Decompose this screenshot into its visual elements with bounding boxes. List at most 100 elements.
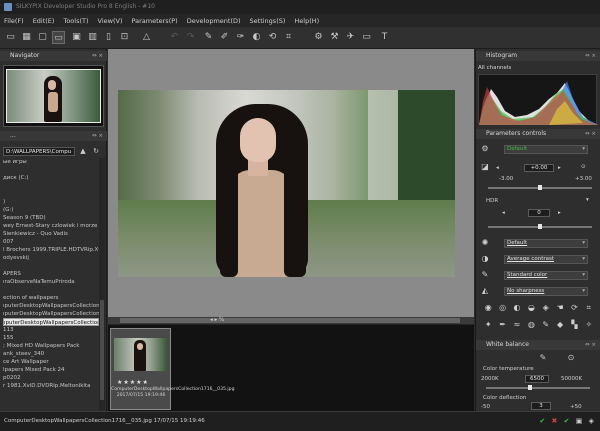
zoom-readout[interactable]: ◂ ▸ % — [210, 317, 250, 324]
hue-icon[interactable]: ◈ — [539, 303, 553, 316]
sun-icon[interactable]: ✺ — [480, 238, 490, 248]
folder-tree[interactable]: ые игры диск (C:)) (G:) Season 9 (TBD) wey E… — [3, 158, 99, 411]
folder-tree-row[interactable] — [3, 286, 99, 294]
exposure-reset-icon[interactable]: ⊙ — [581, 164, 586, 170]
eyedropper-icon[interactable]: ✎ — [202, 31, 215, 44]
slider-knob[interactable] — [538, 224, 542, 229]
compare-icon[interactable]: ▯ — [102, 31, 115, 44]
spot-icon[interactable]: ◐ — [250, 31, 263, 44]
folder-tree-row[interactable]: l Brochers 1999.TRIPLE.HDTVRip.XviD.Rus. — [3, 246, 99, 254]
wb-reset-icon[interactable]: ⊙ — [566, 353, 576, 363]
hdr-expand-icon[interactable]: ▾ — [586, 197, 589, 203]
rotate-tool-icon[interactable]: ⟳ — [567, 303, 581, 316]
noise-icon[interactable]: ◉ — [481, 303, 495, 316]
gear-icon[interactable]: ⚙ — [480, 144, 490, 154]
color-select[interactable]: Standard color ▾ — [504, 271, 588, 280]
exposure-increase[interactable]: ▸ — [558, 165, 561, 171]
save-icon[interactable]: ▦ — [20, 31, 33, 44]
batch-develop-icon[interactable]: ⚒ — [328, 31, 341, 44]
undo-icon[interactable]: ↶ — [168, 31, 181, 44]
preview-view-icon[interactable]: ▥ — [86, 31, 99, 44]
tone-select[interactable]: Default ▾ — [504, 239, 588, 248]
highlight-icon[interactable]: ◐ — [510, 303, 524, 316]
monitor-icon[interactable]: ▭ — [360, 31, 373, 44]
folder-tree-row[interactable]: (G:) — [3, 206, 99, 214]
folder-tree-row[interactable]: lpapers Mixed Pack 24 — [3, 366, 99, 374]
exposure-decrease[interactable]: ◂ — [496, 165, 499, 171]
slider-knob[interactable] — [527, 385, 532, 390]
lens-correction-icon[interactable]: ◍ — [524, 320, 538, 333]
folder-tree-row[interactable]: ıputerDesktopWallpapersCollection171 — [3, 318, 99, 326]
folder-tree-row[interactable]: 155 — [3, 334, 99, 342]
redo-icon[interactable]: ↷ — [184, 31, 197, 44]
folder-tree-row[interactable]: ank_steev_340 — [3, 350, 99, 358]
lock-icon[interactable]: ▣ — [576, 417, 585, 425]
drop-icon[interactable]: ◆ — [553, 320, 567, 333]
folders-pin-icon[interactable]: ⇔ × — [92, 131, 103, 141]
slider-knob[interactable] — [538, 185, 542, 190]
fill-icon[interactable]: ▚ — [567, 320, 581, 333]
reject-icon[interactable]: ✖ — [552, 417, 560, 425]
folder-tree-row[interactable]: p0202 — [3, 374, 99, 382]
menu-file[interactable]: File(F) — [4, 17, 24, 25]
brush-icon[interactable]: ✑ — [234, 31, 247, 44]
thumbnail-view-icon[interactable]: ▣ — [70, 31, 83, 44]
folder-tree-row[interactable] — [3, 166, 99, 174]
refresh-icon[interactable]: ↻ — [91, 147, 101, 156]
panel-pin-icon[interactable]: ⇔ × — [92, 51, 103, 61]
menu-view[interactable]: View(V) — [98, 17, 123, 25]
contrast-select[interactable]: Average contrast ▾ — [504, 255, 588, 264]
magic-icon[interactable]: ✧ — [582, 320, 596, 333]
queue-icon[interactable]: ◈ — [589, 417, 596, 425]
open-folder-icon[interactable]: ▭ — [4, 31, 17, 44]
folder-tree-scrollbar-thumb[interactable] — [100, 300, 104, 400]
color-dropper-icon[interactable]: ✎ — [480, 270, 490, 280]
exposure-icon[interactable]: ◪ — [480, 162, 490, 172]
folder-tree-row[interactable]: wey Ernest-Stary czlowiek i morze — [3, 222, 99, 230]
preset-select[interactable]: Default ▾ — [504, 145, 588, 154]
sharpness-icon[interactable]: ◭ — [480, 286, 490, 296]
folder-tree-row[interactable]: 007 — [3, 238, 99, 246]
pen-tool-icon[interactable]: ✐ — [218, 31, 231, 44]
pen-icon[interactable]: ✒ — [495, 320, 509, 333]
highlight-warning-icon[interactable]: △ — [140, 31, 153, 44]
text-icon[interactable]: T — [378, 31, 391, 44]
export-icon[interactable]: ✈ — [344, 31, 357, 44]
folder-tree-row[interactable]: ıputerDesktopWallpapersCollection109 — [3, 302, 99, 310]
rotate-icon[interactable]: ⟲ — [266, 31, 279, 44]
fish-icon[interactable]: ✦ — [481, 320, 495, 333]
exposure-value[interactable]: +0.00 — [524, 164, 554, 172]
main-photo[interactable] — [118, 90, 455, 277]
lens-icon[interactable]: ◎ — [495, 303, 509, 316]
folder-tree-row[interactable] — [3, 262, 99, 270]
folder-tree-row[interactable]: APERS — [3, 270, 99, 278]
menu-tools[interactable]: Tools(T) — [63, 17, 88, 25]
folder-tree-row[interactable]: ıputerDesktopWallpapersCollection152 — [3, 310, 99, 318]
folder-tree-row[interactable]: диск (C:) — [3, 174, 99, 182]
canvas-scrollbar-thumb[interactable] — [120, 318, 460, 323]
menu-edit[interactable]: Edit(E) — [33, 17, 55, 25]
folder-tree-row[interactable]: ıraObserveNaTemuPriroda — [3, 278, 99, 286]
parameters-pin-icon[interactable]: ⇔ × — [585, 129, 596, 139]
folder-tree-row[interactable]: ce Art Wallpaper — [3, 358, 99, 366]
rating-stars[interactable]: ★★★★★ — [117, 379, 149, 386]
hdr-value[interactable]: 0 — [528, 209, 550, 217]
develop-icon[interactable]: ⚙ — [312, 31, 325, 44]
folder-tree-row[interactable]: r 1981.XviD.DVDRip.Meltonikita — [3, 382, 99, 390]
white-balance-pin-icon[interactable]: ⇔ × — [585, 340, 596, 350]
deflection-value[interactable]: 3 — [531, 402, 551, 410]
folder-up-icon[interactable]: ▲ — [78, 147, 88, 156]
histogram-channels[interactable]: All channels — [478, 65, 511, 71]
hdr-increase[interactable]: ▸ — [558, 210, 561, 216]
menu-help[interactable]: Help(H) — [294, 17, 319, 25]
contrast-icon[interactable]: ◑ — [480, 254, 490, 264]
folder-tree-row[interactable]: 113 — [3, 326, 99, 334]
crop-icon[interactable]: ⌗ — [282, 31, 295, 44]
develop-status-icon[interactable]: ✔ — [564, 417, 572, 425]
folder-path-input[interactable]: D:\WALLPAPERS\Compu — [3, 146, 75, 156]
folder-tree-row[interactable]: ection of wallpapers — [3, 294, 99, 302]
single-view-icon[interactable]: ▢ — [36, 31, 49, 44]
temperature-value[interactable]: 6500 — [525, 375, 549, 383]
menu-development[interactable]: Development(D) — [187, 17, 241, 25]
navigator-view-frame[interactable] — [6, 69, 101, 123]
